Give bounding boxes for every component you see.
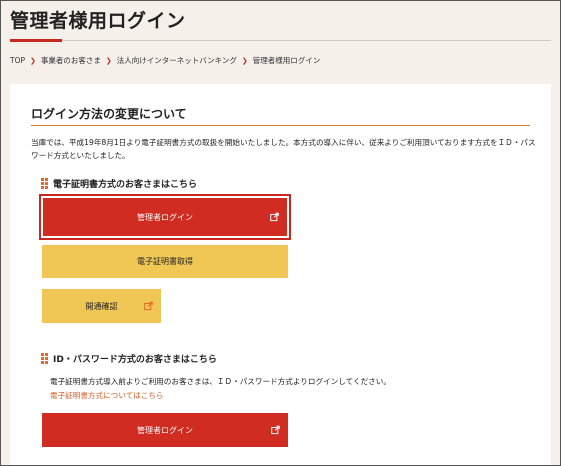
id-section-description: 電子証明書方式導入前よりご利用のお客さまは、ＩＤ・パスワード方式よりログインして… — [50, 377, 391, 386]
bullet-dots-icon — [41, 353, 48, 364]
external-link-icon — [271, 425, 280, 435]
breadcrumb-corporate-ib[interactable]: 法人向けインターネットバンキング — [117, 55, 237, 66]
breadcrumb: TOP ❯ 事業者のお客さま ❯ 法人向けインターネットバンキング ❯ 管理者様… — [10, 55, 320, 66]
id-admin-login-button[interactable]: 管理者ログイン — [42, 413, 288, 447]
connection-check-button[interactable]: 開通確認 — [42, 289, 161, 323]
cert-section-heading: 電子証明書方式のお客さまはこちら — [41, 177, 197, 190]
chevron-right-icon: ❯ — [241, 56, 248, 65]
get-certificate-label: 電子証明書取得 — [137, 257, 193, 266]
bullet-dots-icon — [41, 178, 48, 189]
card-title: ログイン方法の変更について — [31, 107, 187, 121]
title-divider-accent — [10, 39, 62, 42]
title-divider — [10, 40, 551, 41]
external-link-icon — [270, 212, 279, 222]
breadcrumb-business[interactable]: 事業者のお客さま — [41, 55, 101, 66]
change-notice: 当庫では、平成19年8月1日より電子証明書方式の取扱を開始いたしました。本方式の… — [31, 138, 536, 160]
cert-method-info-link[interactable]: 電子証明書方式についてはこちら — [50, 390, 164, 401]
cert-section-heading-text: 電子証明書方式のお客さまはこちら — [53, 180, 198, 190]
id-section-heading: ID・パスワード方式のお客さまはこちら — [41, 352, 217, 365]
breadcrumb-top[interactable]: TOP — [10, 56, 25, 65]
id-section-heading-text: ID・パスワード方式のお客さまはこちら — [53, 355, 217, 365]
breadcrumb-current: 管理者様用ログイン — [252, 56, 321, 65]
card-title-divider — [31, 125, 530, 126]
external-link-icon — [144, 301, 153, 311]
id-admin-login-label: 管理者ログイン — [137, 425, 193, 435]
get-certificate-button[interactable]: 電子証明書取得 — [42, 245, 288, 278]
chevron-right-icon: ❯ — [30, 56, 36, 65]
chevron-right-icon: ❯ — [105, 56, 112, 65]
cert-admin-login-button[interactable]: 管理者ログイン — [43, 198, 287, 236]
cert-admin-login-label: 管理者ログイン — [137, 212, 193, 222]
connection-check-label: 開通確認 — [85, 301, 118, 311]
page-title: 管理者様用ログイン — [10, 10, 186, 32]
login-method-card: ログイン方法の変更について 当庫では、平成19年8月1日より電子証明書方式の取扱… — [10, 84, 551, 466]
